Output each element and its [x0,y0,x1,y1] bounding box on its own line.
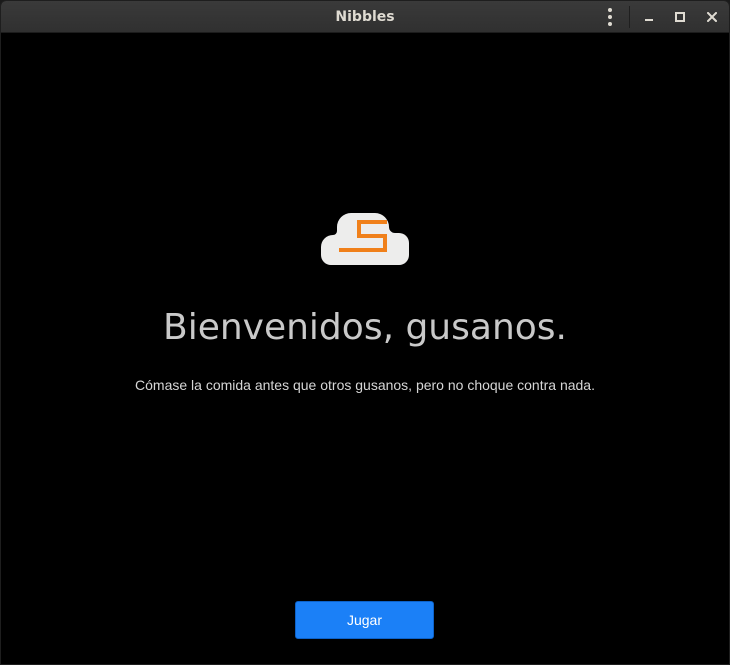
close-icon [707,12,717,22]
play-button[interactable]: Jugar [295,601,434,639]
maximize-button[interactable] [668,5,692,29]
welcome-headline: Bienvenidos, gusanos. [163,307,567,348]
titlebar-separator [629,6,630,28]
minimize-button[interactable] [637,5,661,29]
maximize-icon [675,12,685,22]
welcome-subtitle: Cómase la comida antes que otros gusanos… [135,377,595,393]
play-button-label: Jugar [346,612,383,628]
close-button[interactable] [700,5,724,29]
minimize-icon [645,19,653,21]
nibbles-cloud-logo-icon [321,213,409,265]
welcome-screen: Bienvenidos, gusanos. Cómase la comida a… [1,33,729,664]
vertical-ellipsis-icon [608,8,612,12]
titlebar[interactable]: Nibbles [1,1,729,33]
menu-button[interactable] [597,5,623,29]
app-window: Nibbles Bienvenidos, gusanos. Cómase la [0,0,730,665]
